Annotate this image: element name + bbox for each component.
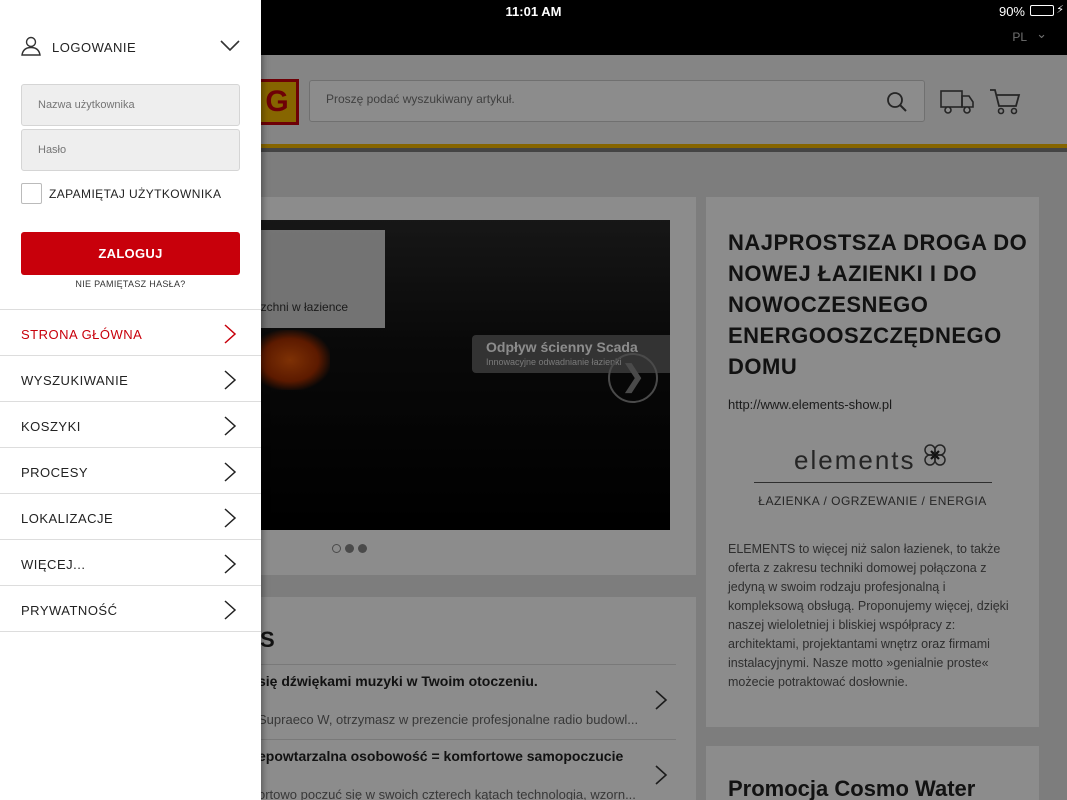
menu-item-home[interactable]: STRONA GŁÓWNA [0, 310, 261, 356]
login-button[interactable]: ZALOGUJ [21, 232, 240, 275]
chevron-right-icon [224, 554, 237, 574]
menu-item-label: PROCESY [21, 465, 89, 480]
menu-item-label: LOKALIZACJE [21, 511, 114, 526]
chevron-right-icon [224, 324, 237, 344]
chevron-right-icon [224, 462, 237, 482]
menu-item-label: STRONA GŁÓWNA [21, 327, 143, 342]
password-field [21, 129, 240, 171]
remember-user-checkbox[interactable] [21, 183, 42, 204]
menu-item-search[interactable]: WYSZUKIWANIE [0, 356, 261, 402]
charging-icon: ⚡ [1056, 4, 1064, 16]
username-field [21, 84, 240, 126]
password-input[interactable] [38, 144, 228, 156]
battery-icon [1030, 5, 1054, 16]
chevron-right-icon [224, 416, 237, 436]
menu-item-locations[interactable]: LOKALIZACJE [0, 494, 261, 540]
chevron-right-icon [224, 508, 237, 528]
user-icon [21, 36, 41, 56]
menu-item-label: KOSZYKI [21, 419, 81, 434]
username-input[interactable] [38, 99, 228, 111]
forgot-password-link[interactable]: NIE PAMIĘTASZ HASŁA? [0, 279, 261, 289]
login-section-header[interactable]: LOGOWANIE [0, 22, 261, 72]
chevron-right-icon [224, 600, 237, 620]
menu-item-more[interactable]: WIĘCEJ... [0, 540, 261, 586]
menu-overlay[interactable] [261, 22, 1067, 800]
battery-percent: 90% [998, 4, 1025, 19]
chevron-right-icon [224, 370, 237, 390]
menu-item-label: PRYWATNOŚĆ [21, 603, 118, 618]
menu-item-privacy[interactable]: PRYWATNOŚĆ [0, 586, 261, 632]
side-menu: LOGOWANIE ZAPAMIĘTAJ UŻYTKOWNIKA ZALOGUJ… [0, 0, 261, 800]
menu-item-label: WIĘCEJ... [21, 557, 86, 572]
menu-item-carts[interactable]: KOSZYKI [0, 402, 261, 448]
remember-user-label[interactable]: ZAPAMIĘTAJ UŻYTKOWNIKA [49, 187, 221, 201]
nav-menu: STRONA GŁÓWNA WYSZUKIWANIE KOSZYKI PROCE… [0, 309, 261, 632]
login-label: LOGOWANIE [52, 40, 137, 55]
menu-item-processes[interactable]: PROCESY [0, 448, 261, 494]
chevron-down-icon[interactable] [220, 40, 240, 52]
menu-item-label: WYSZUKIWANIE [21, 373, 129, 388]
